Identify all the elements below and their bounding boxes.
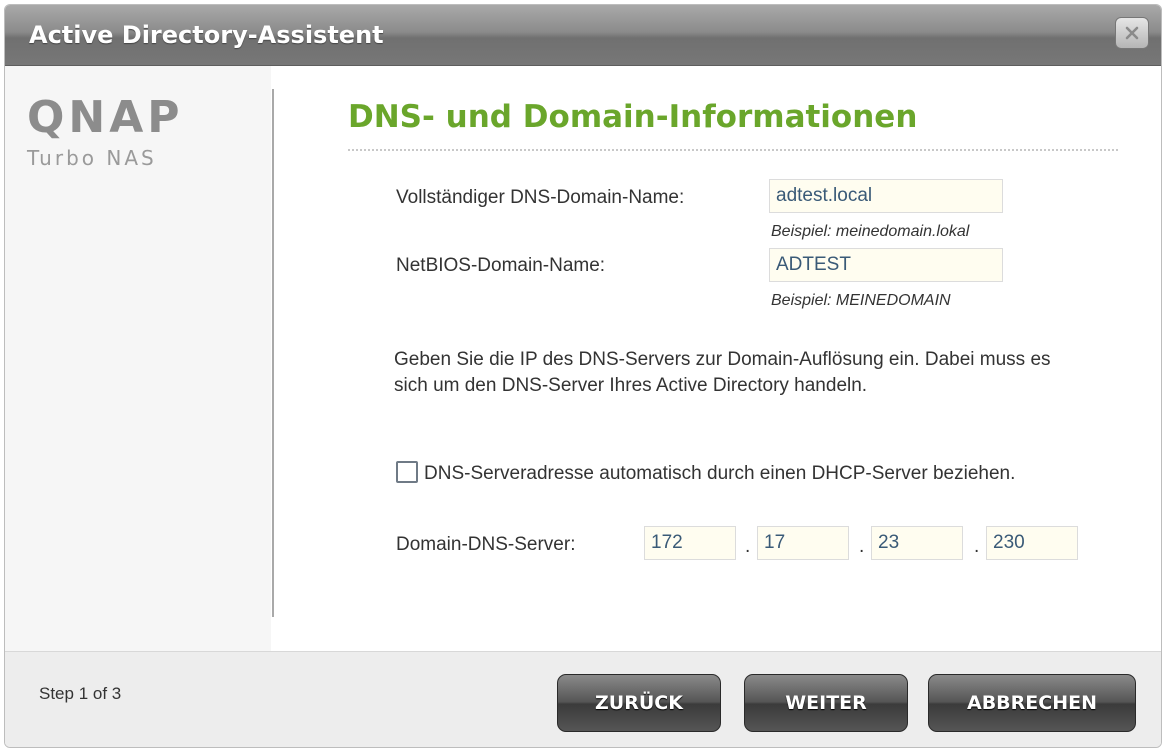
dns-domain-label: Vollständiger DNS-Domain-Name: [396,187,685,208]
dns-ip-octet-3[interactable] [871,526,963,560]
dns-domain-input[interactable] [769,179,1003,213]
ip-separator: . [745,536,751,557]
dns-ip-octet-2[interactable] [757,526,849,560]
vertical-divider [272,89,274,617]
dns-info-text: Geben Sie die IP des DNS-Servers zur Dom… [394,349,1051,396]
qnap-logo: QNAP Turbo NAS [27,92,184,171]
page-title: DNS- und Domain-Informationen [348,99,918,135]
dhcp-checkbox[interactable] [396,461,418,483]
dns-ip-octet-4[interactable] [986,526,1078,560]
wizard-window: Active Directory-Assistent QNAP Turbo NA… [4,4,1162,748]
ip-separator: . [974,536,980,557]
dhcp-checkbox-label: DNS-Serveradresse automatisch durch eine… [424,463,1016,484]
wizard-footer: Step 1 of 3 ZURÜCK WEITER ABBRECHEN [5,651,1161,747]
logo-tagline: Turbo NAS [27,146,157,170]
back-button[interactable]: ZURÜCK [557,674,721,732]
next-button[interactable]: WEITER [744,674,908,732]
cancel-button[interactable]: ABBRECHEN [928,674,1136,732]
title-bar: Active Directory-Assistent [5,5,1161,66]
dns-domain-example: Beispiel: meinedomain.lokal [771,223,970,240]
dns-server-label: Domain-DNS-Server: [396,534,576,555]
heading-divider [348,149,1118,151]
window-title: Active Directory-Assistent [29,21,384,49]
netbios-domain-label: NetBIOS-Domain-Name: [396,255,606,276]
netbios-domain-example: Beispiel: MEINEDOMAIN [771,292,951,309]
close-icon [1125,26,1139,40]
step-indicator: Step 1 of 3 [39,684,122,703]
close-button[interactable] [1115,17,1149,49]
logo-wordmark: QNAP [27,92,184,143]
ip-separator: . [859,536,865,557]
dns-ip-octet-1[interactable] [644,526,736,560]
netbios-domain-input[interactable] [769,248,1003,282]
